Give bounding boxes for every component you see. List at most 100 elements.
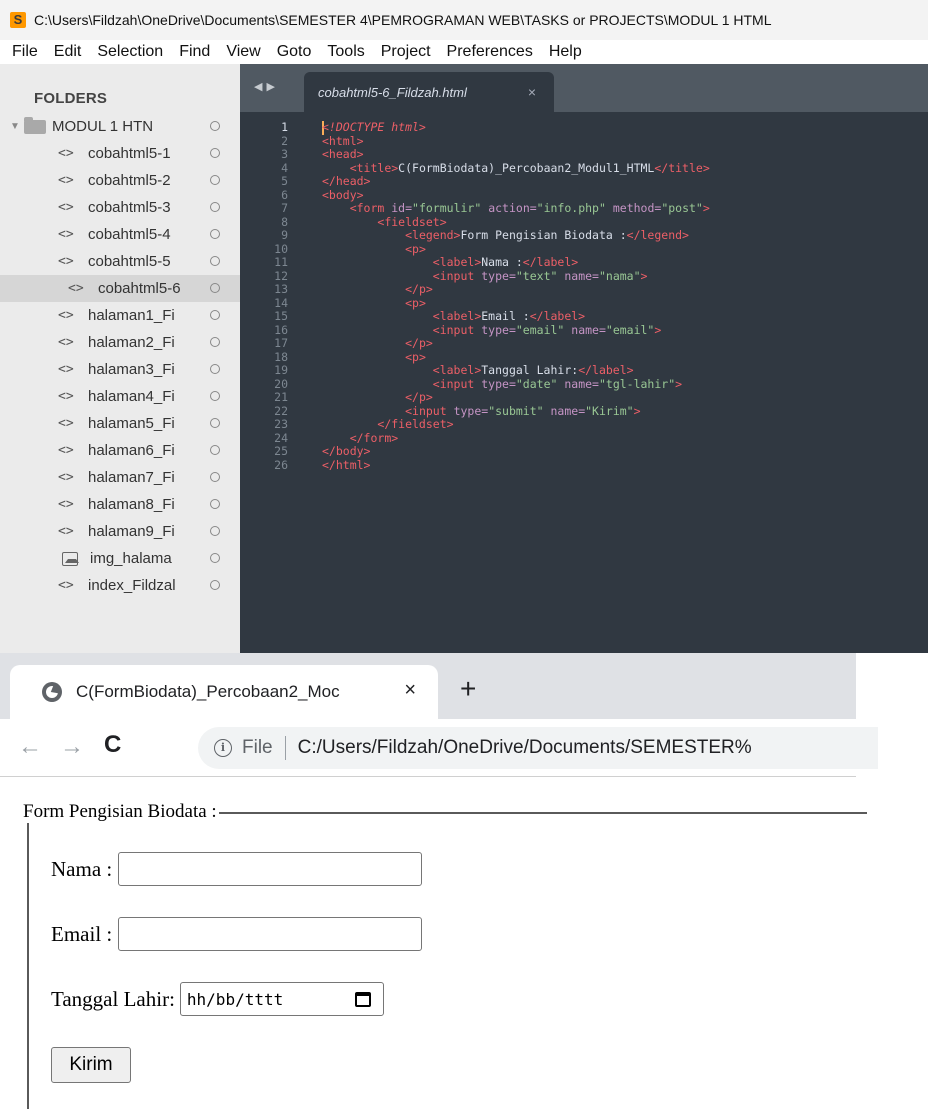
code-line: 3 <head> bbox=[240, 147, 928, 162]
sidebar-file-item[interactable]: img_halama bbox=[10, 545, 240, 572]
new-tab-button[interactable]: + bbox=[460, 675, 476, 703]
browser-tab-active[interactable]: C(FormBiodata)_Percobaan2_Moc × bbox=[10, 665, 438, 719]
file-status-circle-icon[interactable] bbox=[210, 175, 220, 185]
browser-tab-close-icon[interactable]: × bbox=[404, 679, 416, 702]
title-bar: S C:\Users\Fildzah\OneDrive\Documents\SE… bbox=[0, 0, 928, 40]
line-number: 1 bbox=[281, 120, 288, 134]
menu-goto[interactable]: Goto bbox=[269, 43, 320, 61]
url-text[interactable]: C:/Users/Fildzah/OneDrive/Documents/SEME… bbox=[298, 737, 752, 759]
file-status-circle-icon[interactable] bbox=[210, 364, 220, 374]
sidebar-file-item[interactable]: <> cobahtml5-3 bbox=[10, 194, 240, 221]
sidebar-file-name: halaman3_Fi bbox=[88, 361, 175, 378]
file-status-circle-icon[interactable] bbox=[210, 553, 220, 563]
tab-close-icon[interactable]: × bbox=[528, 84, 536, 100]
sidebar-file-item[interactable]: <> halaman8_Fi bbox=[10, 491, 240, 518]
sidebar-file-item[interactable]: <> halaman2_Fi bbox=[10, 329, 240, 356]
sidebar-file-item[interactable]: <> cobahtml5-4 bbox=[10, 221, 240, 248]
sidebar-file-item[interactable]: <> cobahtml5-1 bbox=[10, 140, 240, 167]
code-token: method= bbox=[605, 201, 662, 215]
sidebar-file-name: cobahtml5-1 bbox=[88, 145, 171, 162]
sidebar-folder-row[interactable]: ▼ MODUL 1 HTN bbox=[10, 113, 240, 140]
menu-edit[interactable]: Edit bbox=[46, 43, 90, 61]
code-token: </label> bbox=[578, 363, 634, 377]
line-number: 9 bbox=[281, 228, 288, 242]
menu-tools[interactable]: Tools bbox=[319, 43, 372, 61]
file-status-circle-icon[interactable] bbox=[210, 526, 220, 536]
sidebar-file-item[interactable]: <> halaman7_Fi bbox=[10, 464, 240, 491]
sidebar-file-item[interactable]: <> index_Fildzal bbox=[10, 572, 240, 599]
editor-tab-active[interactable]: cobahtml5-6_Fildzah.html × bbox=[304, 72, 554, 112]
address-bar[interactable]: i File C:/Users/Fildzah/OneDrive/Documen… bbox=[198, 727, 878, 769]
code-token: <p> bbox=[405, 241, 426, 256]
code-line: 20 <input type="date" name="tgl-lahir"> bbox=[240, 376, 928, 392]
code-text: </p> bbox=[322, 336, 433, 351]
tanggal-lahir-label: Tanggal Lahir: bbox=[51, 986, 175, 1011]
sidebar-file-item[interactable]: <> halaman4_Fi bbox=[10, 383, 240, 410]
sidebar-file-item[interactable]: <> halaman1_Fi bbox=[10, 302, 240, 329]
code-token: type= bbox=[481, 376, 516, 391]
file-status-circle-icon[interactable] bbox=[210, 445, 220, 455]
menu-selection[interactable]: Selection bbox=[89, 43, 171, 61]
back-arrow-icon[interactable]: ← bbox=[18, 733, 42, 761]
file-status-circle-icon[interactable] bbox=[210, 337, 220, 347]
line-number: 22 bbox=[274, 403, 288, 418]
tanggal-lahir-date-input[interactable]: hh/bb/tttt bbox=[179, 982, 384, 1016]
code-token: </p> bbox=[405, 282, 433, 296]
sidebar-file-item[interactable]: <> halaman9_Fi bbox=[10, 518, 240, 545]
menu-view[interactable]: View bbox=[218, 43, 268, 61]
code-token: > bbox=[675, 376, 683, 391]
sidebar-file-name: img_halama bbox=[90, 550, 172, 567]
menu-file[interactable]: File bbox=[4, 43, 46, 61]
forward-arrow-icon[interactable]: → bbox=[60, 733, 84, 761]
file-status-circle-icon[interactable] bbox=[210, 391, 220, 401]
file-status-circle-icon[interactable] bbox=[210, 310, 220, 320]
code-line: 14 <p> bbox=[240, 296, 928, 311]
calendar-icon[interactable] bbox=[354, 992, 371, 1007]
menu-preferences[interactable]: Preferences bbox=[439, 43, 541, 61]
code-token: <body> bbox=[322, 187, 364, 202]
menu-help[interactable]: Help bbox=[541, 43, 590, 61]
kirim-submit-button[interactable]: Kirim bbox=[51, 1047, 131, 1083]
form-legend: Form Pengisian Biodata : bbox=[21, 801, 219, 823]
disclosure-triangle-icon[interactable]: ▼ bbox=[10, 121, 24, 132]
globe-icon bbox=[42, 682, 62, 702]
sidebar-file-item[interactable]: <> halaman5_Fi bbox=[10, 410, 240, 437]
code-line: 19 <label>Tanggal Lahir:</label> bbox=[240, 363, 928, 378]
code-token: id= bbox=[391, 201, 413, 215]
code-token: "nama" bbox=[598, 268, 641, 283]
code-token: <p> bbox=[405, 349, 426, 364]
sidebar-file-item[interactable]: <> cobahtml5-5 bbox=[10, 248, 240, 275]
file-status-circle-icon[interactable] bbox=[210, 580, 220, 590]
origin-chip[interactable]: File bbox=[242, 737, 273, 759]
file-status-circle-icon[interactable] bbox=[210, 499, 220, 509]
line-number: 13 bbox=[274, 282, 288, 296]
nama-input[interactable] bbox=[118, 852, 423, 886]
reload-icon[interactable]: C bbox=[104, 731, 121, 759]
editor-tab-bar: ◀▶ cobahtml5-6_Fildzah.html × bbox=[240, 64, 928, 112]
email-input[interactable] bbox=[118, 917, 423, 951]
code-editor[interactable]: 1 <!DOCTYPE html> 2 <html> 3 <head> 4 <title>C… bbox=[240, 112, 928, 653]
sidebar-file-item[interactable]: <> cobahtml5-6 bbox=[0, 275, 240, 302]
file-status-circle-icon[interactable] bbox=[210, 283, 220, 293]
tab-scroll-arrows-icon[interactable]: ◀▶ bbox=[254, 80, 279, 93]
sidebar-file-item[interactable]: <> halaman6_Fi bbox=[10, 437, 240, 464]
code-line: 2 <html> bbox=[240, 134, 928, 149]
file-status-circle-icon[interactable] bbox=[210, 229, 220, 239]
folder-status-circle-icon[interactable] bbox=[210, 121, 220, 131]
file-status-circle-icon[interactable] bbox=[210, 256, 220, 266]
file-status-circle-icon[interactable] bbox=[210, 148, 220, 158]
menu-find[interactable]: Find bbox=[171, 43, 218, 61]
file-status-circle-icon[interactable] bbox=[210, 418, 220, 428]
info-icon[interactable]: i bbox=[214, 739, 232, 757]
code-token: <input bbox=[432, 376, 482, 391]
menu-project[interactable]: Project bbox=[373, 43, 439, 61]
file-status-circle-icon[interactable] bbox=[210, 202, 220, 212]
sidebar-file-item[interactable]: <> halaman3_Fi bbox=[10, 356, 240, 383]
sidebar-file-item[interactable]: <> cobahtml5-2 bbox=[10, 167, 240, 194]
file-status-circle-icon[interactable] bbox=[210, 472, 220, 482]
code-text: <!DOCTYPE html> bbox=[322, 120, 426, 135]
code-token: <label> bbox=[432, 309, 482, 323]
